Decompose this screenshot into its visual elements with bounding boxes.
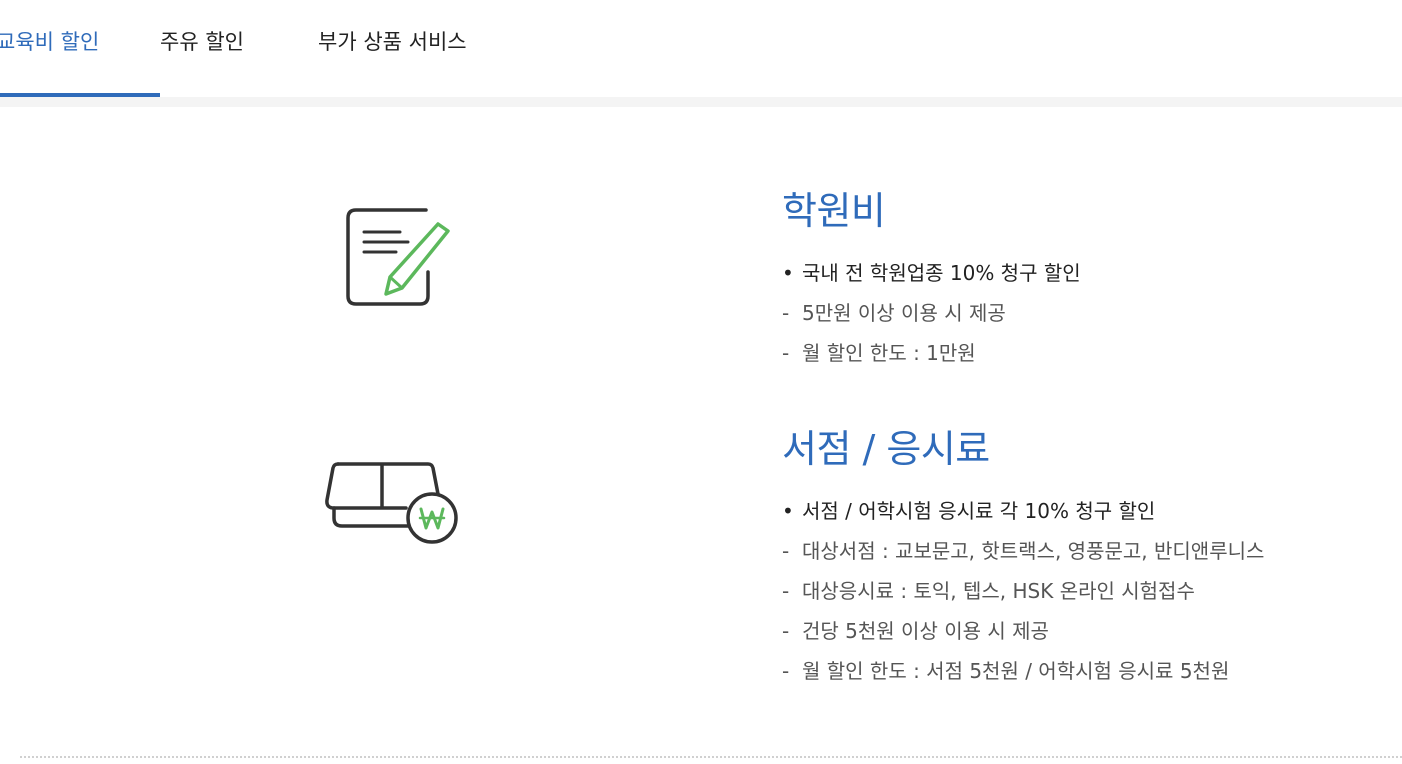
dash-marker: -	[782, 539, 790, 563]
list-item-text: 국내 전 학원업종 10% 청구 할인	[802, 261, 1081, 285]
dash-marker: -	[782, 579, 790, 603]
list-item-text: 월 할인 한도 : 1만원	[802, 341, 976, 365]
list-item-text: 대상응시료 : 토익, 텝스, HSK 온라인 시험접수	[802, 579, 1195, 603]
section-title-bookstore-exam: 서점 / 응시료	[782, 427, 990, 471]
bullet-marker: •	[782, 499, 794, 523]
tab-bar-divider	[0, 97, 1402, 107]
list-item: -5만원 이상 이용 시 제공	[782, 293, 1081, 333]
list-item: • 서점 / 어학시험 응시료 각 10% 청구 할인	[782, 491, 1264, 531]
list-item-text: 대상서점 : 교보문고, 핫트랙스, 영풍문고, 반디앤루니스	[802, 539, 1265, 563]
tab-bar: 교육비 할인 주유 할인 부가 상품 서비스	[0, 0, 1402, 98]
list-item: -월 할인 한도 : 서점 5천원 / 어학시험 응시료 5천원	[782, 651, 1264, 691]
list-item-text: 월 할인 한도 : 서점 5천원 / 어학시험 응시료 5천원	[802, 659, 1230, 683]
list-item-text: 건당 5천원 이상 이용 시 제공	[802, 619, 1049, 643]
list-item: - 대상서점 : 교보문고, 핫트랙스, 영풍문고, 반디앤루니스	[782, 531, 1264, 571]
list-item: - 건당 5천원 이상 이용 시 제공	[782, 611, 1264, 651]
tab-education-discount[interactable]: 교육비 할인	[0, 22, 99, 62]
dash-marker: -	[782, 341, 790, 365]
tab-extra-services[interactable]: 부가 상품 서비스	[318, 22, 467, 62]
book-won-icon	[322, 456, 462, 548]
bookstore-benefit-list: • 서점 / 어학시험 응시료 각 10% 청구 할인 - 대상서점 : 교보문고,…	[782, 491, 1264, 691]
document-pen-icon	[340, 200, 456, 312]
tab-fuel-discount[interactable]: 주유 할인	[160, 22, 244, 62]
list-item: • 국내 전 학원업종 10% 청구 할인	[782, 253, 1081, 293]
list-item: -월 할인 한도 : 1만원	[782, 333, 1081, 373]
dash-marker: -	[782, 659, 790, 683]
list-item: - 대상응시료 : 토익, 텝스, HSK 온라인 시험접수	[782, 571, 1264, 611]
academy-benefit-list: • 국내 전 학원업종 10% 청구 할인 -5만원 이상 이용 시 제공 -월 …	[782, 253, 1081, 373]
list-item-text: 5만원 이상 이용 시 제공	[802, 301, 1006, 325]
dash-marker: -	[782, 301, 790, 325]
dash-marker: -	[782, 619, 790, 643]
section-divider	[20, 756, 1402, 758]
bullet-marker: •	[782, 261, 794, 285]
list-item-text: 서점 / 어학시험 응시료 각 10% 청구 할인	[802, 499, 1156, 523]
section-title-academy: 학원비	[782, 189, 886, 233]
